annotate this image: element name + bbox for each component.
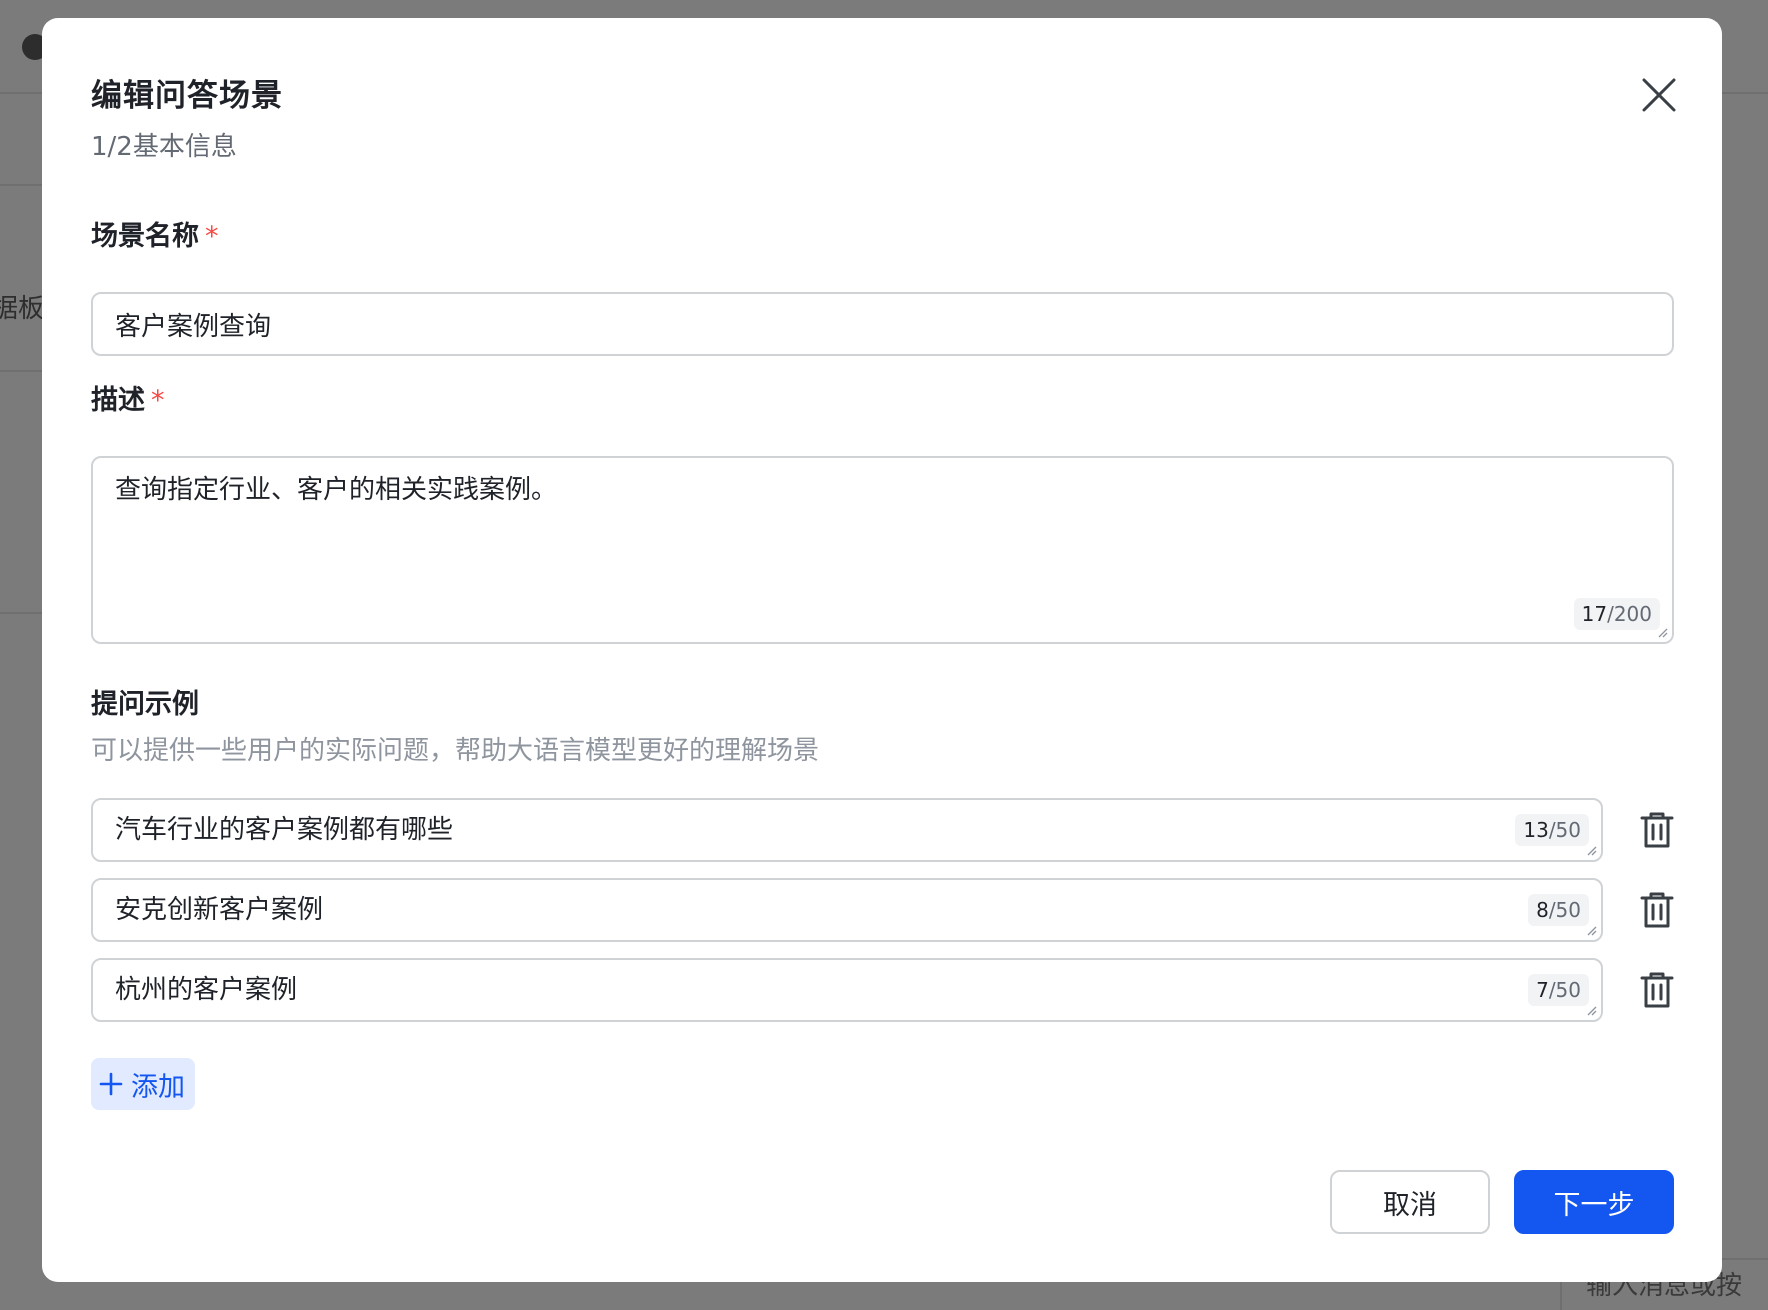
description-label: 描述 * [91, 378, 165, 417]
example-input[interactable]: 汽车行业的客户案例都有哪些 13/50 [91, 798, 1603, 862]
background-sidebar-text: 据板 [0, 294, 44, 324]
example-text: 杭州的客户案例 [115, 975, 298, 1005]
scene-name-label: 场景名称 * [91, 214, 219, 253]
add-example-button[interactable]: 添加 [91, 1058, 195, 1110]
delete-example-button[interactable] [1637, 810, 1677, 850]
example-max: /50 [1548, 978, 1581, 1002]
example-text: 汽车行业的客户案例都有哪些 [115, 815, 454, 845]
trash-icon [1640, 892, 1674, 928]
delete-example-button[interactable] [1637, 890, 1677, 930]
required-mark: * [151, 385, 165, 416]
trash-icon [1640, 812, 1674, 848]
example-char-counter: 8/50 [1528, 894, 1589, 926]
examples-hint: 可以提供一些用户的实际问题，帮助大语言模型更好的理解场景 [91, 736, 820, 766]
close-button[interactable] [1634, 70, 1684, 120]
resize-handle-icon[interactable] [1585, 924, 1597, 936]
add-example-label: 添加 [131, 1071, 185, 1103]
example-row: 安克创新客户案例 8/50 [91, 878, 1674, 942]
description-textarea[interactable]: 查询指定行业、客户的相关实践案例。 17/200 [91, 456, 1674, 644]
example-input[interactable]: 安克创新客户案例 8/50 [91, 878, 1603, 942]
dialog-step-indicator: 1/2基本信息 [91, 132, 237, 162]
example-max: /50 [1548, 818, 1581, 842]
background-divider [0, 370, 44, 372]
edit-qa-scene-dialog: 编辑问答场景 1/2基本信息 场景名称* 描述* 查询指定行业、客户的相关实践案… [42, 18, 1722, 1282]
delete-example-button[interactable] [1637, 970, 1677, 1010]
example-char-counter: 13/50 [1515, 814, 1589, 846]
trash-icon [1640, 972, 1674, 1008]
example-count: 13 [1523, 818, 1549, 842]
example-text: 安克创新客户案例 [115, 895, 324, 925]
scene-name-input[interactable] [91, 292, 1674, 356]
description-text: 查询指定行业、客户的相关实践案例。 [115, 475, 558, 505]
example-input[interactable]: 杭州的客户案例 7/50 [91, 958, 1603, 1022]
resize-handle-icon[interactable] [1585, 1004, 1597, 1016]
example-row: 杭州的客户案例 7/50 [91, 958, 1674, 1022]
example-char-counter: 7/50 [1528, 974, 1589, 1006]
required-mark: * [205, 221, 219, 252]
resize-handle-icon[interactable] [1656, 626, 1668, 638]
description-label-text: 描述 [91, 385, 145, 416]
cancel-button[interactable]: 取消 [1330, 1170, 1490, 1234]
example-count: 7 [1536, 978, 1549, 1002]
example-count: 8 [1536, 898, 1549, 922]
dialog-title: 编辑问答场景 [91, 78, 283, 114]
background-divider [0, 612, 44, 614]
next-step-button[interactable]: 下一步 [1514, 1170, 1674, 1234]
example-row: 汽车行业的客户案例都有哪些 13/50 [91, 798, 1674, 862]
description-char-counter: 17/200 [1573, 598, 1660, 630]
plus-icon [99, 1072, 123, 1096]
close-icon [1642, 78, 1676, 112]
background-divider [0, 184, 44, 186]
examples-label: 提问示例 [91, 689, 199, 720]
description-count: 17 [1581, 602, 1608, 626]
scene-name-label-text: 场景名称 [91, 221, 199, 252]
description-max: /200 [1607, 602, 1652, 626]
example-max: /50 [1548, 898, 1581, 922]
resize-handle-icon[interactable] [1585, 844, 1597, 856]
